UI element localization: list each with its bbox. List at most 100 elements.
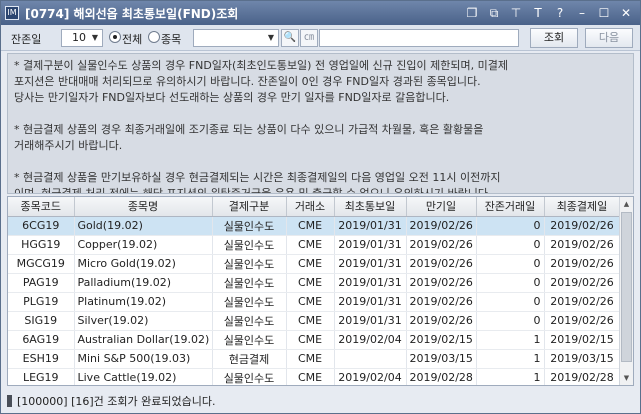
restore-icon[interactable]: ❐: [464, 5, 480, 21]
table-cell[interactable]: CME: [286, 292, 335, 312]
table-cell[interactable]: 2019/02/26: [544, 254, 621, 274]
title-bar[interactable]: IM [0774] 해외선옵 최초통보일(FND)조회 ❐ ⧉ ⊤ T ? – …: [1, 1, 640, 25]
next-button[interactable]: 다음: [585, 28, 633, 48]
table-cell[interactable]: CME: [286, 254, 335, 274]
table-cell[interactable]: 6AG19: [8, 330, 75, 350]
table-cell[interactable]: Silver(19.02): [74, 311, 213, 331]
table-cell[interactable]: 2019/02/26: [406, 311, 477, 331]
table-cell[interactable]: HGG19: [8, 235, 75, 255]
table-cell[interactable]: CME: [286, 368, 335, 385]
table-row[interactable]: PLG19 Platinum(19.02) 실물인수도 CME 2019/01/31 20…: [8, 292, 621, 312]
table-cell[interactable]: 실물인수도: [212, 254, 287, 274]
table-cell[interactable]: 2019/02/26: [544, 235, 621, 255]
table-cell[interactable]: PLG19: [8, 292, 75, 312]
column-header[interactable]: 잔존거래일: [476, 197, 545, 217]
table-row[interactable]: HGG19 Copper(19.02) 실물인수도 CME 2019/01/31 2019…: [8, 235, 621, 255]
scroll-up-icon[interactable]: ▲: [620, 197, 633, 211]
table-cell[interactable]: 2019/02/26: [544, 311, 621, 331]
radio-all-label[interactable]: 전체: [122, 31, 142, 47]
table-cell[interactable]: 0: [476, 292, 545, 312]
chevron-down-icon[interactable]: ▼: [265, 31, 277, 45]
table-cell[interactable]: 2019/02/28: [544, 368, 621, 385]
column-header[interactable]: 최종결제일: [544, 197, 621, 217]
table-row[interactable]: SIG19 Silver(19.02) 실물인수도 CME 2019/01/31 2019…: [8, 311, 621, 331]
table-cell[interactable]: 2019/02/26: [406, 216, 477, 236]
table-cell[interactable]: 2019/02/15: [544, 330, 621, 350]
table-cell[interactable]: Micro Gold(19.02): [74, 254, 213, 274]
close-icon[interactable]: ✕: [618, 5, 634, 21]
radio-item[interactable]: [148, 31, 160, 43]
item-code-input[interactable]: ▼: [193, 29, 279, 47]
code-lookup-icon[interactable]: ㎝: [300, 29, 318, 47]
table-cell[interactable]: Palladium(19.02): [74, 273, 213, 293]
table-cell[interactable]: 2019/01/31: [334, 235, 407, 255]
table-cell[interactable]: 2019/01/31: [334, 254, 407, 274]
table-cell[interactable]: 2019/01/31: [334, 216, 407, 236]
table-row[interactable]: 6CG19 Gold(19.02) 실물인수도 CME 2019/01/31 2019/0…: [8, 216, 621, 236]
table-cell[interactable]: 2019/02/26: [544, 292, 621, 312]
column-header[interactable]: 거래소: [286, 197, 335, 217]
table-cell[interactable]: 실물인수도: [212, 368, 287, 385]
table-cell[interactable]: SIG19: [8, 311, 75, 331]
table-cell[interactable]: 2019/02/04: [334, 368, 407, 385]
table-cell[interactable]: 0: [476, 273, 545, 293]
table-cell[interactable]: 0: [476, 254, 545, 274]
column-header[interactable]: 종목코드: [8, 197, 75, 217]
table-cell[interactable]: Gold(19.02): [74, 216, 213, 236]
table-cell[interactable]: 0: [476, 311, 545, 331]
column-header[interactable]: 최초통보일: [334, 197, 407, 217]
table-cell[interactable]: 2019/02/15: [406, 330, 477, 350]
table-cell[interactable]: 2019/02/26: [406, 273, 477, 293]
table-cell[interactable]: [334, 349, 407, 369]
minimize-icon[interactable]: –: [574, 5, 590, 21]
table-cell[interactable]: 현금결제: [212, 349, 287, 369]
remaining-days-select[interactable]: 10 ▼: [61, 29, 103, 47]
table-cell[interactable]: 2019/03/15: [406, 349, 477, 369]
table-row[interactable]: PAG19 Palladium(19.02) 실물인수도 CME 2019/01/31 2…: [8, 273, 621, 293]
table-cell[interactable]: Live Cattle(19.02): [74, 368, 213, 385]
table-row[interactable]: 6AG19 Australian Dollar(19.02) 실물인수도 CME 201…: [8, 330, 621, 350]
table-cell[interactable]: 2019/02/26: [406, 254, 477, 274]
font-icon[interactable]: T: [530, 5, 546, 21]
table-cell[interactable]: 2019/02/26: [406, 292, 477, 312]
table-cell[interactable]: Platinum(19.02): [74, 292, 213, 312]
radio-item-label[interactable]: 종목: [161, 31, 181, 47]
chevron-down-icon[interactable]: ▼: [89, 31, 101, 45]
help-icon[interactable]: ?: [552, 5, 568, 21]
table-cell[interactable]: 1: [476, 368, 545, 385]
query-button[interactable]: 조회: [530, 28, 578, 48]
table-cell[interactable]: 2019/02/26: [406, 235, 477, 255]
maximize-icon[interactable]: ☐: [596, 5, 612, 21]
table-cell[interactable]: CME: [286, 216, 335, 236]
table-cell[interactable]: Australian Dollar(19.02): [74, 330, 213, 350]
table-cell[interactable]: 실물인수도: [212, 273, 287, 293]
table-row[interactable]: ESH19 Mini S&P 500(19.03) 현금결제 CME 2019/03/1…: [8, 349, 621, 369]
table-cell[interactable]: 실물인수도: [212, 235, 287, 255]
table-cell[interactable]: 실물인수도: [212, 311, 287, 331]
table-cell[interactable]: 0: [476, 216, 545, 236]
table-cell[interactable]: CME: [286, 273, 335, 293]
column-header[interactable]: 결제구분: [212, 197, 287, 217]
radio-all[interactable]: [109, 31, 121, 43]
scroll-thumb[interactable]: [621, 212, 632, 362]
table-cell[interactable]: 실물인수도: [212, 330, 287, 350]
column-header[interactable]: 종목명: [74, 197, 213, 217]
table-cell[interactable]: Mini S&P 500(19.03): [74, 349, 213, 369]
table-cell[interactable]: CME: [286, 349, 335, 369]
table-cell[interactable]: CME: [286, 311, 335, 331]
table-cell[interactable]: 실물인수도: [212, 216, 287, 236]
table-cell[interactable]: Copper(19.02): [74, 235, 213, 255]
table-cell[interactable]: 1: [476, 330, 545, 350]
table-cell[interactable]: 2019/01/31: [334, 273, 407, 293]
table-cell[interactable]: CME: [286, 330, 335, 350]
copy-icon[interactable]: ⧉: [486, 5, 502, 21]
table-cell[interactable]: MGCG19: [8, 254, 75, 274]
column-header[interactable]: 만기일: [406, 197, 477, 217]
search-icon[interactable]: 🔍: [281, 29, 299, 47]
vertical-scrollbar[interactable]: ▲ ▼: [619, 197, 633, 385]
table-cell[interactable]: CME: [286, 235, 335, 255]
pin-icon[interactable]: ⊤: [508, 5, 524, 21]
table-cell[interactable]: PAG19: [8, 273, 75, 293]
table-cell[interactable]: 2019/02/28: [406, 368, 477, 385]
scroll-down-icon[interactable]: ▼: [620, 371, 633, 385]
